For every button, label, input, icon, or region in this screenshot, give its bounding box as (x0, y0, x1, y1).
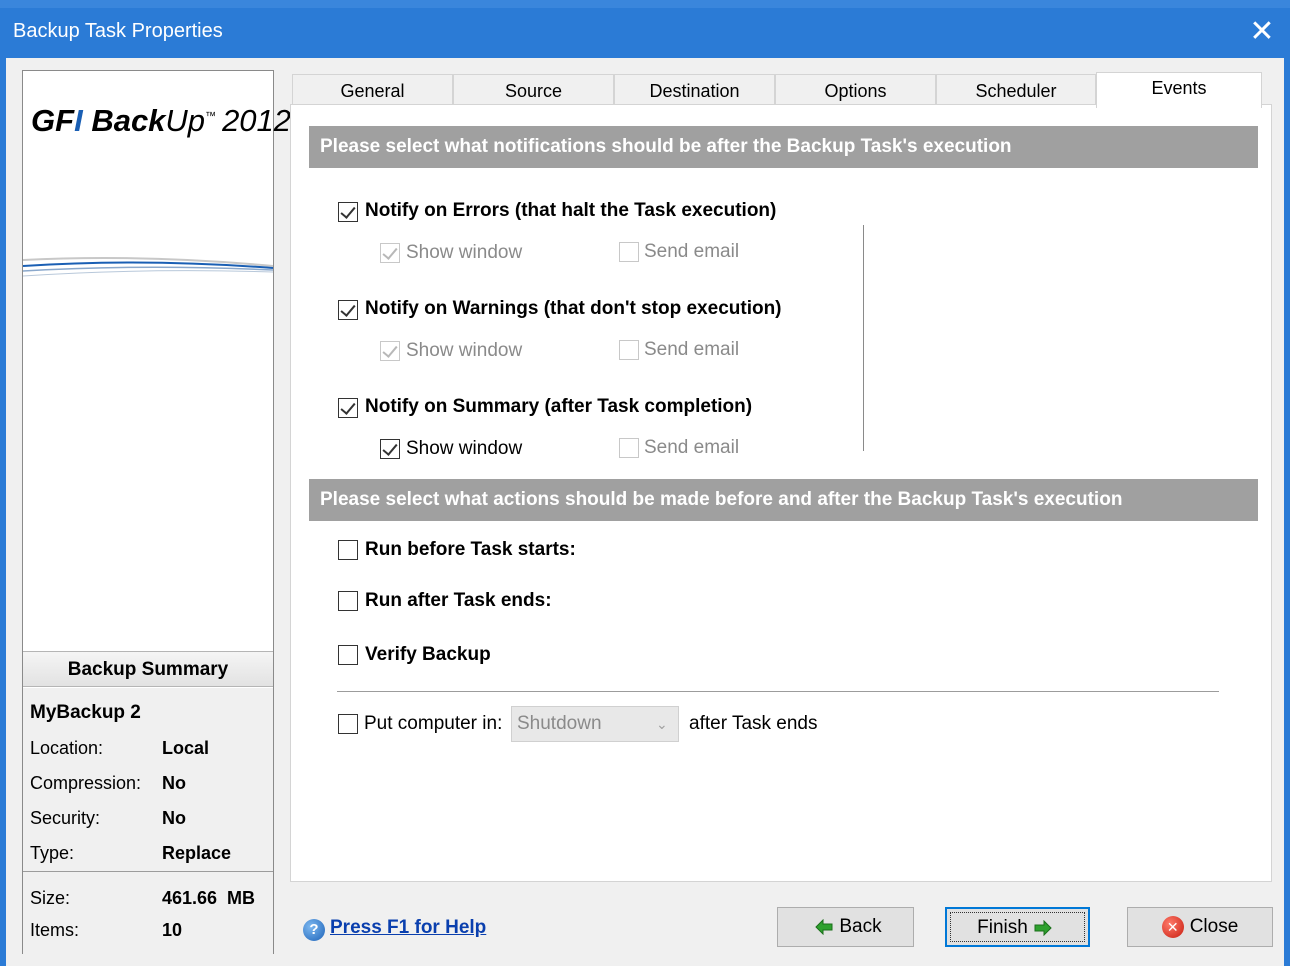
help-link[interactable]: Press F1 for Help (330, 917, 486, 939)
summary-show-window-label[interactable]: Show window (406, 438, 522, 460)
summary-value: No (162, 773, 186, 793)
tab-source[interactable]: Source (453, 74, 614, 106)
summary-value: 10 (162, 920, 183, 940)
run-after-label[interactable]: Run after Task ends: (365, 590, 552, 612)
close-circle-icon: ✕ (1161, 915, 1184, 938)
summary-send-email-checkbox[interactable] (619, 438, 639, 458)
tab-options[interactable]: Options (775, 74, 936, 106)
tab-destination[interactable]: Destination (614, 74, 775, 106)
tab-strip: General Source Destination Options Sched… (292, 72, 1262, 108)
backup-summary: MyBackup 2 Location: Local Compression: … (23, 688, 273, 954)
summary-send-email-label[interactable]: Send email (644, 437, 739, 459)
summary-key: Security: (30, 808, 101, 828)
actions-header: Please select what actions should be mad… (309, 479, 1258, 521)
summary-key: Location: (30, 738, 104, 758)
run-after-checkbox[interactable] (338, 591, 358, 611)
notify-warnings-label[interactable]: Notify on Warnings (that don't stop exec… (365, 298, 782, 320)
finish-button[interactable]: Finish (945, 907, 1090, 947)
close-button-label: Close (1189, 916, 1239, 937)
title-bar-top-strip (0, 0, 1290, 8)
summary-value: 461.66 MB (162, 888, 256, 908)
actions-divider (337, 691, 1219, 692)
tab-general[interactable]: General (292, 74, 453, 106)
after-task-ends-label: after Task ends (689, 713, 818, 734)
run-before-checkbox[interactable] (338, 540, 358, 560)
summary-key: Type: (30, 843, 75, 863)
warnings-show-window-checkbox[interactable] (380, 341, 400, 361)
warnings-send-email-checkbox[interactable] (619, 340, 639, 360)
summary-row: Items: 10 (30, 920, 270, 950)
chevron-down-icon: ⌄ (656, 716, 668, 732)
title-bar: Backup Task Properties ✕ (0, 0, 1290, 58)
window-frame-right (1284, 58, 1290, 966)
backup-summary-header: Backup Summary (23, 651, 273, 687)
back-button[interactable]: Back (777, 907, 914, 947)
backup-name: MyBackup 2 (30, 702, 141, 723)
logo-trademark: ™ (205, 110, 217, 123)
put-computer-checkbox[interactable] (338, 714, 358, 734)
errors-send-email-label[interactable]: Send email (644, 241, 739, 263)
notify-errors-checkbox[interactable] (338, 202, 358, 222)
logo-i-text: I (74, 103, 83, 138)
notify-summary-checkbox[interactable] (338, 398, 358, 418)
gfi-backup-logo: GFI BackUp™ 2012 (31, 103, 291, 139)
logo-gfi: GFI (31, 103, 83, 138)
errors-show-window-label[interactable]: Show window (406, 242, 522, 264)
summary-row: Type: Replace (30, 843, 270, 873)
summary-value: Local (162, 738, 210, 758)
tab-events[interactable]: Events (1096, 72, 1262, 108)
left-panel: GFI BackUp™ 2012 Backup Summary MyBackup … (22, 70, 291, 954)
summary-value: Replace (162, 843, 232, 863)
power-state-value: Shutdown (517, 713, 602, 734)
notify-warnings-checkbox[interactable] (338, 300, 358, 320)
summary-key: Compression: (30, 773, 142, 793)
notify-errors-label[interactable]: Notify on Errors (that halt the Task exe… (365, 200, 776, 222)
focus-rect (950, 912, 1085, 942)
summary-row: Security: No (30, 808, 270, 838)
summary-value: No (162, 808, 186, 828)
logo-year: 2012 (222, 103, 292, 138)
close-button[interactable]: ✕ Close (1127, 907, 1273, 947)
notifications-divider (863, 225, 864, 451)
run-before-label[interactable]: Run before Task starts: (365, 539, 576, 561)
summary-key: Size: (30, 888, 71, 908)
notifications-header: Please select what notifications should … (309, 126, 1258, 168)
summary-row: Compression: No (30, 773, 270, 803)
logo-gf-text: GF (31, 103, 75, 138)
window-close-icon[interactable]: ✕ (1244, 14, 1280, 50)
summary-row: Location: Local (30, 738, 270, 768)
arrow-left-icon (815, 918, 833, 935)
verify-backup-label[interactable]: Verify Backup (365, 644, 491, 666)
put-computer-label[interactable]: Put computer in: (364, 713, 502, 735)
power-state-select[interactable]: Shutdown ⌄ (511, 706, 679, 742)
summary-row: Size: 461.66 MB (30, 888, 270, 918)
logo-back-text: Back (91, 103, 166, 138)
summary-divider (23, 871, 273, 872)
logo-up-text: Up (165, 103, 206, 138)
summary-show-window-checkbox[interactable] (380, 439, 400, 459)
summary-key: Items: (30, 920, 80, 940)
tab-scheduler[interactable]: Scheduler (936, 74, 1096, 106)
events-panel: Please select what notifications should … (290, 104, 1272, 882)
notify-summary-label[interactable]: Notify on Summary (after Task completion… (365, 396, 752, 418)
window-frame-left (0, 58, 6, 966)
window-title: Backup Task Properties (13, 20, 223, 42)
warnings-send-email-label[interactable]: Send email (644, 339, 739, 361)
warnings-show-window-label[interactable]: Show window (406, 340, 522, 362)
back-button-label: Back (839, 916, 882, 937)
errors-show-window-checkbox[interactable] (380, 243, 400, 263)
verify-backup-checkbox[interactable] (338, 645, 358, 665)
help-icon: ? (303, 919, 325, 941)
logo-swoosh (23, 257, 273, 277)
errors-send-email-checkbox[interactable] (619, 242, 639, 262)
